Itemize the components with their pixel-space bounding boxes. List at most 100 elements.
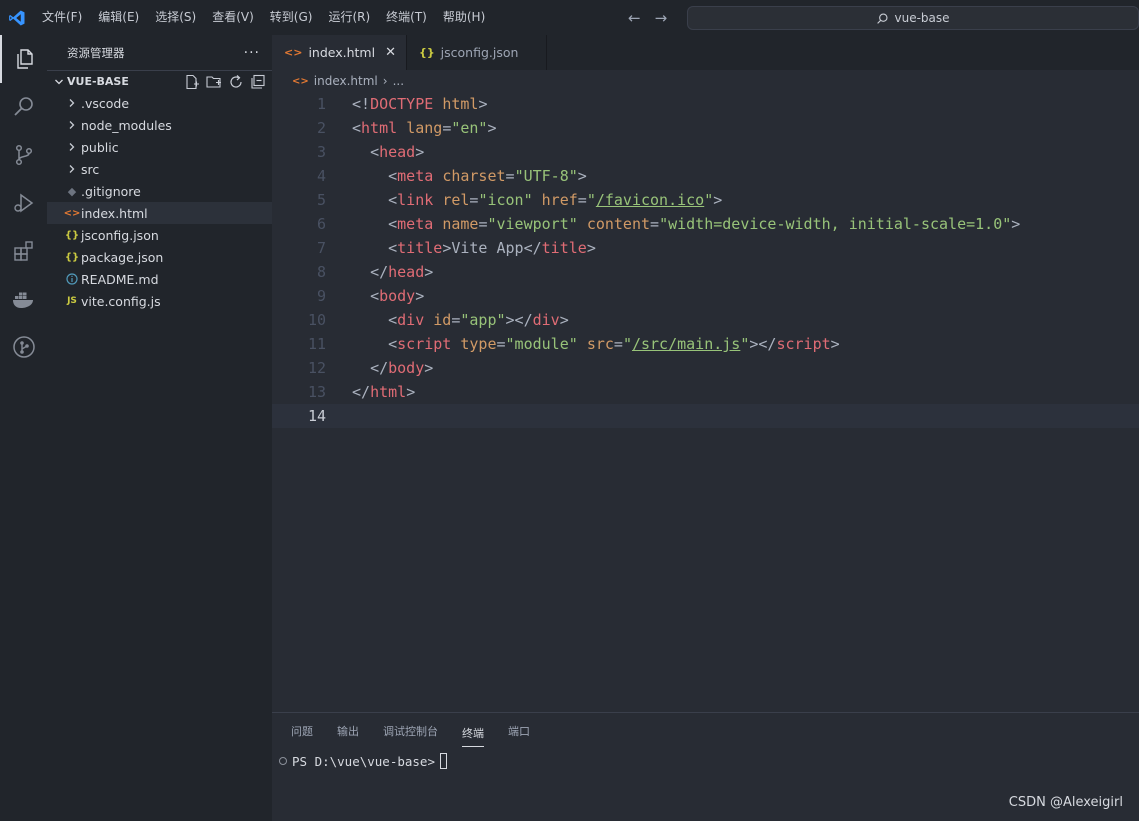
chevron-right-icon [63, 98, 81, 108]
panel-tabs: 问题 输出 调试控制台 终端 端口 [272, 713, 1139, 749]
extensions-icon[interactable] [0, 227, 47, 275]
back-arrow-icon[interactable]: ← [628, 9, 641, 27]
tree-item-label: node_modules [81, 117, 172, 133]
tree-item[interactable]: src [47, 158, 272, 180]
line-number: 12 [307, 359, 326, 377]
tree-item-label: jsconfig.json [81, 227, 159, 243]
sidebar-header: 资源管理器 ··· [47, 35, 272, 70]
nav-arrows: ← → [628, 0, 667, 35]
close-icon[interactable]: ✕ [385, 45, 396, 60]
menu-item[interactable]: 查看(V) [204, 0, 262, 35]
tree-item-label: package.json [81, 249, 164, 265]
code-line[interactable]: 1 <!DOCTYPE html> [272, 92, 1139, 116]
tree-item[interactable]: ◆ .gitignore [47, 180, 272, 202]
sidebar-title: 资源管理器 [67, 45, 125, 60]
code-editor[interactable]: 1 <!DOCTYPE html> 2 <html lang="en"> 3 <head… [272, 92, 1139, 712]
new-file-icon[interactable] [184, 74, 200, 90]
code-line[interactable]: 12 </body> [272, 356, 1139, 380]
menu-item[interactable]: 运行(R) [320, 0, 378, 35]
tab-label: jsconfig.json [440, 45, 519, 60]
code-line[interactable]: 5 <link rel="icon" href="/favicon.ico"> [272, 188, 1139, 212]
docker-icon[interactable] [0, 275, 47, 323]
code-line[interactable]: 14 [272, 404, 1139, 428]
workspace-folder-header[interactable]: VUE-BASE [47, 70, 272, 92]
line-number: 13 [307, 383, 326, 401]
tree-item[interactable]: .vscode [47, 92, 272, 114]
refresh-icon[interactable] [228, 74, 244, 90]
more-actions-icon[interactable]: ··· [244, 45, 260, 61]
code-content: <script type="module" src="/src/main.js"… [388, 335, 840, 353]
line-number: 7 [316, 239, 326, 257]
git-file-icon: ◆ [67, 184, 77, 198]
title-bar: 文件(F) 编辑(E) 选择(S) 查看(V) 转到(G) 运行(R) 终端(T) 帮助(H)… [0, 0, 1139, 35]
code-line[interactable]: 13 </html> [272, 380, 1139, 404]
code-line[interactable]: 2 <html lang="en"> [272, 116, 1139, 140]
menu-item[interactable]: 编辑(E) [90, 0, 147, 35]
workspace-folder-name: VUE-BASE [67, 75, 129, 88]
source-control-icon[interactable] [0, 131, 47, 179]
tree-item-label: src [81, 161, 100, 177]
code-line[interactable]: 6 <meta name="viewport" content="width=d… [272, 212, 1139, 236]
forward-arrow-icon[interactable]: → [655, 9, 668, 27]
menu-bar: 文件(F) 编辑(E) 选择(S) 查看(V) 转到(G) 运行(R) 终端(T) 帮助(H) [34, 0, 493, 35]
tree-item[interactable]: node_modules [47, 114, 272, 136]
code-line[interactable]: 7 <title>Vite App</title> [272, 236, 1139, 260]
line-number: 3 [316, 143, 326, 161]
chevron-right-icon [63, 164, 81, 174]
panel-tab[interactable]: 问题 [291, 713, 313, 749]
tree-item[interactable]: {} jsconfig.json [47, 224, 272, 246]
chevron-right-icon: › [382, 74, 388, 88]
code-content: <meta charset="UTF-8"> [388, 167, 587, 185]
run-debug-icon[interactable] [0, 179, 47, 227]
tree-item[interactable]: JS vite.config.js [47, 290, 272, 312]
code-content: <meta name="viewport" content="width=dev… [388, 215, 1021, 233]
code-line[interactable]: 3 <head> [272, 140, 1139, 164]
menu-item[interactable]: 选择(S) [147, 0, 204, 35]
tab-index-html[interactable]: <> index.html ✕ [272, 35, 407, 70]
collapse-all-icon[interactable] [250, 74, 266, 90]
code-line[interactable]: 11 <script type="module" src="/src/main.… [272, 332, 1139, 356]
breadcrumb: <> index.html › ... [272, 70, 1139, 92]
command-center-search[interactable]: vue-base [687, 6, 1139, 30]
info-icon [63, 273, 81, 285]
code-line[interactable]: 8 </head> [272, 260, 1139, 284]
search-view-icon[interactable] [0, 83, 47, 131]
new-folder-icon[interactable] [206, 74, 222, 90]
html-file-icon: <> [284, 46, 303, 59]
watermark: CSDN @Alexeigirl [1008, 795, 1123, 810]
panel-tab[interactable]: 端口 [508, 713, 530, 749]
tree-item[interactable]: {} package.json [47, 246, 272, 268]
tree-item-label: .gitignore [81, 183, 141, 199]
tree-item[interactable]: <> index.html [47, 202, 272, 224]
explorer-icon[interactable] [0, 35, 47, 83]
tree-item-label: .vscode [81, 95, 130, 111]
code-content: <body> [370, 287, 425, 305]
code-content: </body> [370, 359, 434, 377]
code-line[interactable]: 10 <div id="app"></div> [272, 308, 1139, 332]
code-line[interactable]: 4 <meta charset="UTF-8"> [272, 164, 1139, 188]
panel-tab[interactable]: 输出 [337, 713, 359, 749]
tab-jsconfig-json[interactable]: {} jsconfig.json [407, 35, 548, 70]
menu-item[interactable]: 转到(G) [262, 0, 321, 35]
line-number: 8 [316, 263, 326, 281]
tree-item[interactable]: public [47, 136, 272, 158]
panel-tab[interactable]: 调试控制台 [383, 713, 438, 749]
panel-tab[interactable]: 终端 [462, 715, 484, 747]
menu-item[interactable]: 文件(F) [34, 0, 90, 35]
menu-item[interactable]: 终端(T) [378, 0, 435, 35]
breadcrumb-rest[interactable]: ... [393, 74, 404, 88]
bottom-panel: 问题 输出 调试控制台 终端 端口 PS D:\vue\vue-base> CSDN @… [272, 712, 1139, 821]
chevron-right-icon [63, 142, 81, 152]
git-graph-icon[interactable] [0, 323, 47, 371]
tree-item-label: public [81, 139, 119, 155]
menu-item[interactable]: 帮助(H) [435, 0, 493, 35]
html-file-icon: <> [63, 207, 81, 219]
terminal-prompt: PS D:\vue\vue-base> [292, 753, 435, 769]
tree-item[interactable]: README.md [47, 268, 272, 290]
code-content: <html lang="en"> [352, 119, 497, 137]
line-number: 9 [316, 287, 326, 305]
code-content: </html> [352, 383, 416, 401]
terminal-line[interactable]: PS D:\vue\vue-base> [279, 753, 447, 769]
code-line[interactable]: 9 <body> [272, 284, 1139, 308]
breadcrumb-file[interactable]: index.html [314, 74, 378, 88]
